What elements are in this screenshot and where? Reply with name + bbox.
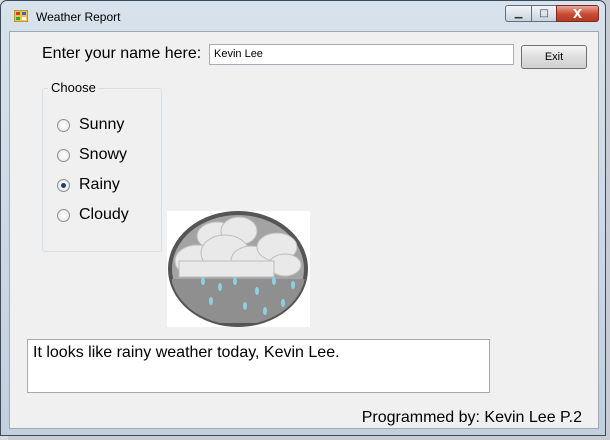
name-input[interactable]: Kevin Lee (209, 44, 514, 65)
close-button[interactable]: X (556, 5, 599, 22)
form-app-icon (14, 10, 28, 22)
radio-snowy[interactable]: Snowy (57, 146, 127, 164)
radio-cloudy[interactable]: Cloudy (57, 206, 129, 224)
radio-label: Cloudy (79, 206, 129, 223)
rainy-weather-picture (167, 211, 310, 327)
radio-rainy[interactable]: Rainy (57, 176, 120, 194)
maximize-button[interactable]: □ (531, 5, 556, 22)
radio-label: Sunny (79, 116, 125, 133)
window-title: Weather Report (36, 10, 121, 24)
minimize-icon: ▁ (514, 8, 523, 19)
programmer-credit: Programmed by: Kevin Lee P.2 (361, 409, 582, 426)
maximize-icon: □ (539, 8, 549, 19)
radio-button-icon[interactable] (57, 118, 70, 132)
exit-button[interactable]: Exit (521, 45, 587, 69)
name-label: Enter your name here: (42, 45, 202, 62)
radio-label: Rainy (79, 176, 120, 193)
radio-button-icon[interactable] (57, 148, 70, 162)
caption-buttons: ▁ □ X (505, 5, 599, 23)
radio-sunny[interactable]: Sunny (57, 116, 124, 134)
group-legend: Choose (48, 80, 99, 95)
radio-button-icon[interactable] (57, 208, 70, 222)
app-window: Weather Report ▁ □ X Enter your name her… (0, 0, 606, 436)
title-bar[interactable]: Weather Report ▁ □ X (1, 1, 605, 31)
weather-message-box[interactable]: It looks like rainy weather today, Kevin… (27, 339, 490, 393)
radio-button-checked-icon[interactable] (57, 178, 70, 192)
weather-choice-group (42, 88, 162, 252)
radio-label: Snowy (79, 146, 128, 163)
close-icon: X (572, 6, 583, 21)
minimize-button[interactable]: ▁ (505, 5, 531, 22)
form-client-area: Enter your name here: Kevin Lee Exit Cho… (9, 31, 599, 429)
